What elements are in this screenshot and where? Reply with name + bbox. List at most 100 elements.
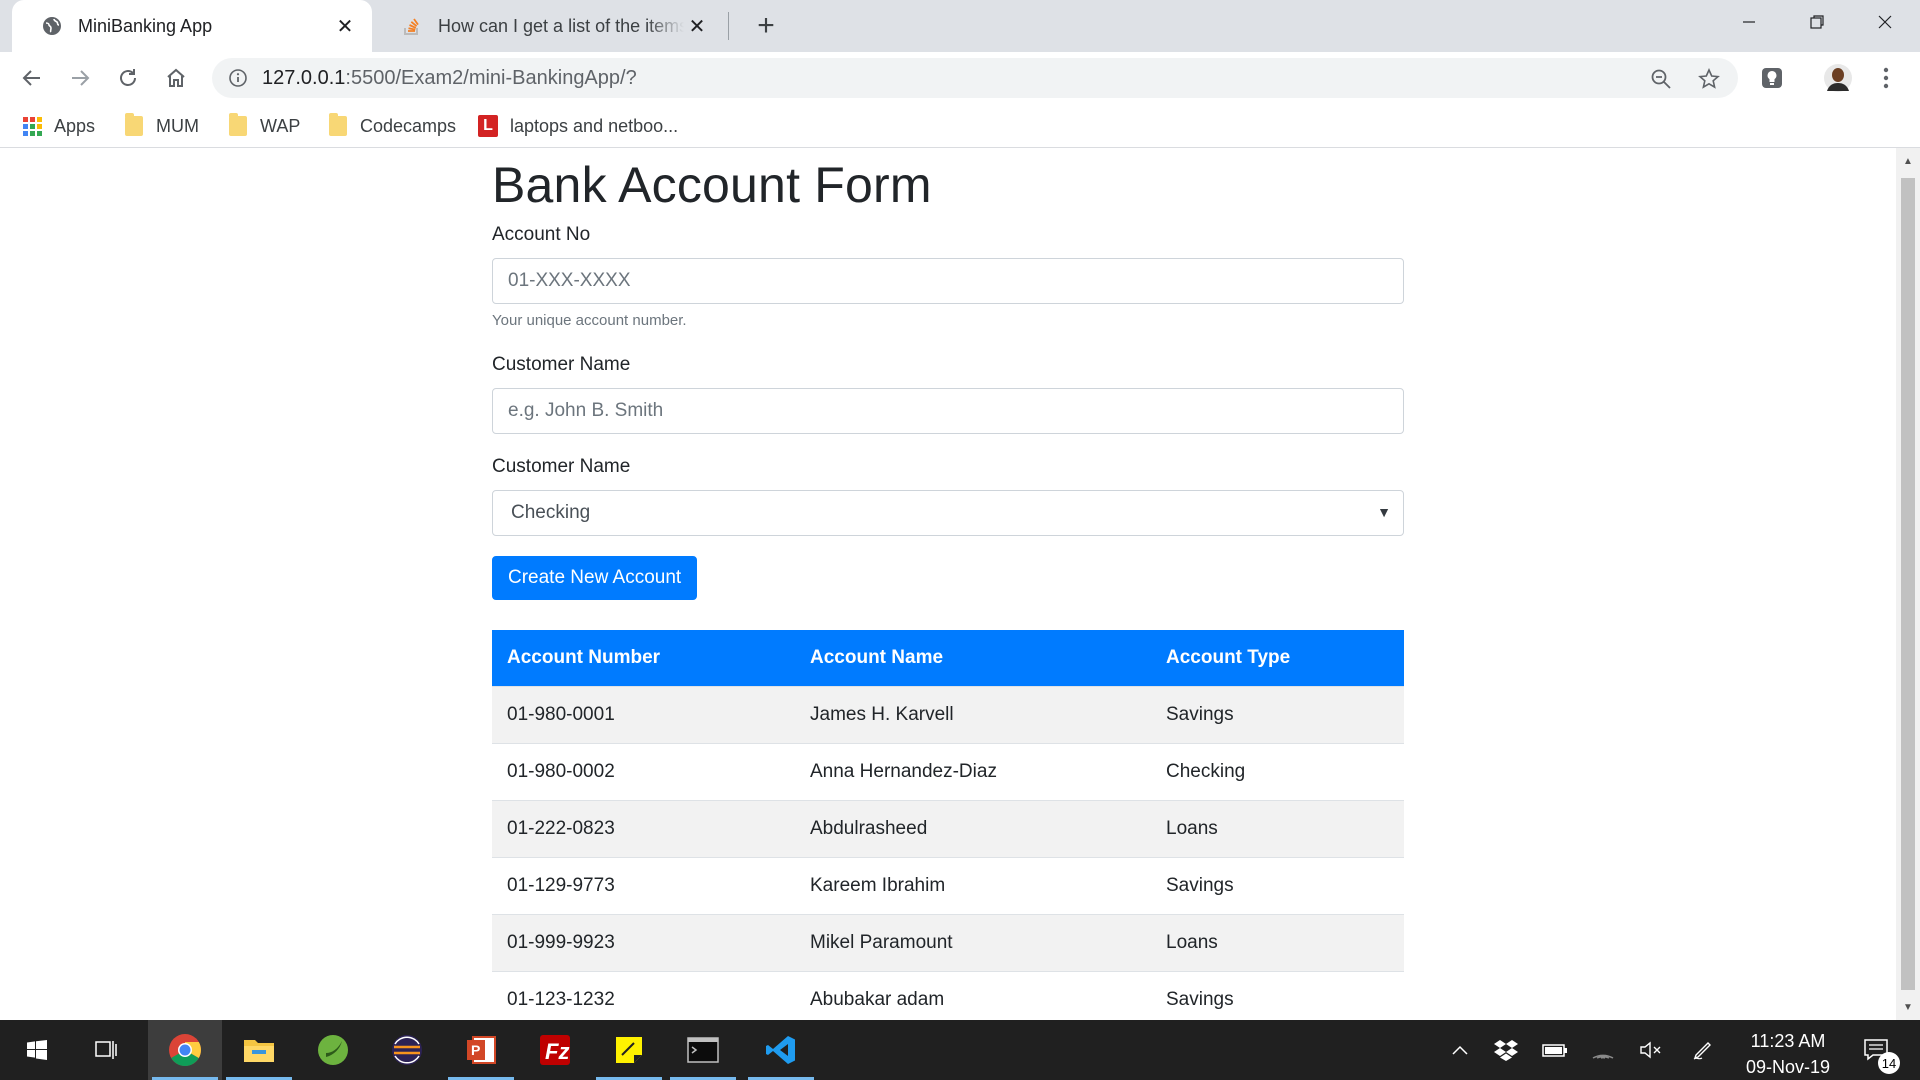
account-type-cell: Loans bbox=[1151, 913, 1404, 971]
eclipse-icon[interactable] bbox=[370, 1020, 444, 1080]
account-no-help: Your unique account number. bbox=[492, 312, 687, 329]
notification-count-badge: 14 bbox=[1878, 1052, 1900, 1074]
apps-grid-icon bbox=[22, 116, 42, 136]
home-button[interactable] bbox=[158, 60, 194, 96]
create-account-button[interactable]: Create New Account bbox=[492, 556, 698, 600]
table-row: 01-123-1232 Abubakar adam Savings bbox=[492, 970, 1404, 1020]
account-number-cell: 01-980-0002 bbox=[492, 742, 795, 800]
info-icon[interactable] bbox=[226, 66, 250, 90]
table-row: 01-999-9923 Mikel Paramount Loans bbox=[492, 913, 1404, 971]
bookmark-codecamps[interactable]: Codecamps bbox=[328, 112, 456, 140]
bookmark-wap[interactable]: WAP bbox=[228, 112, 300, 140]
column-header: Account Type bbox=[1151, 630, 1404, 686]
wifi-icon[interactable] bbox=[1586, 1020, 1620, 1080]
select-value: Checking bbox=[511, 502, 591, 523]
close-icon[interactable]: ✕ bbox=[684, 13, 710, 39]
url-path: :5500/Exam2/mini-BankingApp/? bbox=[345, 67, 637, 89]
column-header: Account Name bbox=[795, 630, 1151, 686]
bookmark-label: Codecamps bbox=[360, 115, 457, 136]
account-name-cell: Abubakar adam bbox=[795, 970, 1151, 1020]
close-icon[interactable]: ✕ bbox=[332, 13, 358, 39]
terminal-icon[interactable] bbox=[666, 1020, 740, 1080]
back-button[interactable] bbox=[14, 60, 50, 96]
start-icon[interactable] bbox=[0, 1020, 74, 1080]
bookmark-label: MUM bbox=[156, 115, 199, 136]
page-scrollbar[interactable]: ▲ ▼ bbox=[1896, 148, 1920, 1020]
new-tab-button[interactable]: + bbox=[748, 8, 784, 44]
account-number-cell: 01-999-9923 bbox=[492, 913, 795, 971]
account-name-cell: Anna Hernandez-Diaz bbox=[795, 742, 1151, 800]
account-type-label: Customer Name bbox=[492, 456, 631, 477]
tab-separator bbox=[728, 12, 729, 40]
bookmark-label: Apps bbox=[54, 115, 96, 136]
table-row: 01-222-0823 Abdulrasheed Loans bbox=[492, 799, 1404, 857]
account-number-cell: 01-980-0001 bbox=[492, 685, 795, 743]
vscode-icon[interactable] bbox=[744, 1020, 818, 1080]
volume-muted-icon[interactable] bbox=[1634, 1020, 1668, 1080]
tab-title: How can I get a list of the items s bbox=[438, 15, 684, 36]
page-viewport: Bank Account Form Account No Your unique… bbox=[0, 148, 1896, 1020]
table-row: 01-980-0002 Anna Hernandez-Diaz Checking bbox=[492, 742, 1404, 800]
dropbox-icon[interactable] bbox=[1490, 1020, 1522, 1080]
customer-name-label: Customer Name bbox=[492, 354, 631, 375]
windows-taskbar: P Fz 11:23 AM 09-Nov-19 14 bbox=[0, 1020, 1920, 1080]
bookmarks-bar: Apps MUM WAP Codecamps L laptops and net… bbox=[0, 104, 1920, 148]
battery-icon[interactable] bbox=[1538, 1020, 1572, 1080]
lightbulb-extension-icon[interactable] bbox=[1754, 60, 1790, 96]
account-type-cell: Savings bbox=[1151, 856, 1404, 914]
scroll-up-icon[interactable]: ▲ bbox=[1896, 148, 1920, 174]
task-view-icon[interactable] bbox=[70, 1020, 144, 1080]
tab-minibanking[interactable]: MiniBanking App ✕ bbox=[12, 0, 372, 52]
address-bar[interactable]: 127.0.0.1:5500/Exam2/mini-BankingApp/? bbox=[212, 58, 1738, 98]
minimize-button[interactable] bbox=[1714, 0, 1784, 44]
clock-date: 09-Nov-19 bbox=[1745, 1057, 1831, 1077]
account-type-cell: Savings bbox=[1151, 970, 1404, 1020]
zoom-icon[interactable] bbox=[1648, 66, 1674, 92]
account-name-cell: Mikel Paramount bbox=[795, 913, 1151, 971]
page-title: Bank Account Form bbox=[492, 157, 932, 213]
account-number-cell: 01-222-0823 bbox=[492, 799, 795, 857]
account-type-select[interactable]: Checking ▼ bbox=[492, 490, 1404, 536]
restore-button[interactable] bbox=[1782, 0, 1852, 44]
chevron-down-icon: ▼ bbox=[1377, 504, 1391, 520]
chrome-icon[interactable] bbox=[148, 1020, 222, 1080]
account-type-cell: Checking bbox=[1151, 742, 1404, 800]
browser-toolbar: 127.0.0.1:5500/Exam2/mini-BankingApp/? bbox=[0, 52, 1920, 104]
filezilla-icon[interactable]: Fz bbox=[518, 1020, 592, 1080]
table-row: 01-129-9773 Kareem Ibrahim Savings bbox=[492, 856, 1404, 914]
pen-icon[interactable] bbox=[1686, 1020, 1720, 1080]
profile-avatar[interactable] bbox=[1820, 60, 1856, 96]
account-name-cell: James H. Karvell bbox=[795, 685, 1151, 743]
scroll-down-icon[interactable]: ▼ bbox=[1896, 994, 1920, 1020]
tab-stackoverflow[interactable]: How can I get a list of the items s ✕ bbox=[372, 0, 724, 52]
sticky-notes-icon[interactable] bbox=[592, 1020, 666, 1080]
powerpoint-icon[interactable]: P bbox=[444, 1020, 518, 1080]
spring-tools-icon[interactable] bbox=[296, 1020, 370, 1080]
reload-button[interactable] bbox=[110, 60, 146, 96]
browser-tab-strip: MiniBanking App ✕ How can I get a list o… bbox=[0, 0, 1920, 52]
menu-kebab-icon[interactable] bbox=[1868, 60, 1904, 96]
tab-title: MiniBanking App bbox=[78, 15, 213, 36]
url-text: 127.0.0.1:5500/Exam2/mini-BankingApp/? bbox=[262, 67, 637, 90]
file-explorer-icon[interactable] bbox=[222, 1020, 296, 1080]
customer-name-input[interactable] bbox=[492, 388, 1404, 434]
taskbar-clock[interactable]: 11:23 AM 09-Nov-19 bbox=[1734, 1028, 1842, 1080]
globe-icon bbox=[42, 16, 62, 36]
scrollbar-thumb[interactable] bbox=[1901, 178, 1915, 990]
bookmark-label: laptops and netboo... bbox=[510, 115, 679, 136]
bookmark-apps[interactable]: Apps bbox=[22, 112, 95, 140]
forward-button[interactable] bbox=[62, 60, 98, 96]
chevron-up-icon[interactable] bbox=[1444, 1020, 1476, 1080]
account-no-input[interactable] bbox=[492, 258, 1404, 304]
close-window-button[interactable] bbox=[1850, 0, 1920, 44]
bookmark-laptops[interactable]: L laptops and netboo... bbox=[478, 112, 678, 140]
star-icon[interactable] bbox=[1696, 66, 1722, 92]
svg-text:P: P bbox=[471, 1042, 480, 1058]
folder-icon bbox=[228, 113, 248, 136]
l-badge-icon: L bbox=[478, 115, 498, 137]
bookmark-mum[interactable]: MUM bbox=[124, 112, 199, 140]
folder-icon bbox=[328, 113, 348, 136]
account-type-cell: Loans bbox=[1151, 799, 1404, 857]
accounts-table: Account Number Account Name Account Type… bbox=[492, 630, 1404, 1020]
table-row: 01-980-0001 James H. Karvell Savings bbox=[492, 685, 1404, 743]
